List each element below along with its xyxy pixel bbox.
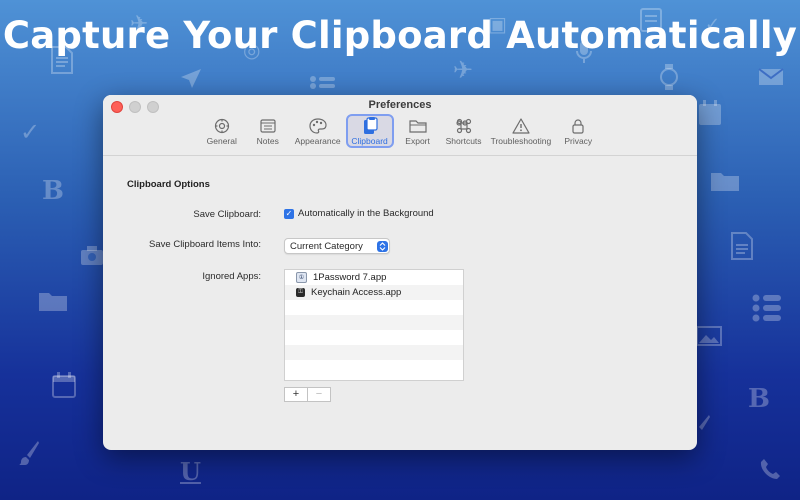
bold-b-icon: B (748, 384, 770, 414)
tab-notes[interactable]: Notes (246, 114, 290, 148)
tab-label: Shortcuts (445, 136, 482, 146)
note-icon (257, 117, 279, 135)
checkmark-icon: ✓ (20, 118, 41, 146)
list-item[interactable]: ① 1Password 7.app (285, 270, 463, 285)
save-clipboard-label: Save Clipboard: (193, 209, 261, 220)
tab-label: Clipboard (351, 136, 388, 146)
gear-icon (211, 117, 233, 135)
command-icon (453, 117, 475, 135)
phone-icon (760, 458, 780, 483)
preferences-toolbar: General Notes Appearance Clipboard Expor… (103, 114, 697, 148)
folder-icon (407, 117, 429, 135)
checkmark-icon: ✓ (284, 208, 294, 219)
tab-clipboard[interactable]: Clipboard (345, 114, 394, 148)
tab-label: General (206, 136, 237, 146)
airplane-icon: ✈ (453, 56, 474, 84)
select-value: Current Category (290, 240, 363, 252)
folder-icon (710, 170, 740, 195)
tab-label: Export (405, 136, 430, 146)
titlebar: Preferences General Notes Appearance Cli… (103, 95, 697, 156)
warning-icon (510, 117, 532, 135)
headline: Capture Your Clipboard Automatically (2, 14, 798, 57)
tab-label: Troubleshooting (490, 136, 552, 146)
app-name: Keychain Access.app (311, 287, 402, 298)
tab-label: Notes (256, 136, 279, 146)
location-arrow-icon (180, 68, 202, 93)
empty-row (285, 330, 463, 345)
document-icon (730, 232, 754, 263)
lock-icon (567, 117, 589, 135)
keychain-icon: ⚿ (296, 288, 305, 297)
empty-row (285, 300, 463, 315)
bold-b-icon: B (42, 176, 64, 206)
tab-appearance[interactable]: Appearance (292, 114, 344, 148)
empty-row (285, 315, 463, 330)
tab-general[interactable]: General (200, 114, 244, 148)
tab-privacy[interactable]: Privacy (556, 114, 600, 148)
remove-app-button[interactable]: − (308, 387, 331, 402)
clipboard-icon (359, 117, 381, 135)
tab-shortcuts[interactable]: Shortcuts (442, 114, 486, 148)
tab-label: Appearance (294, 136, 341, 146)
list-icon (752, 294, 782, 325)
add-app-button[interactable]: + (284, 387, 308, 402)
window-title: Preferences (368, 99, 432, 111)
calendar-icon (698, 100, 722, 129)
preferences-window: Preferences General Notes Appearance Cli… (103, 95, 697, 450)
underline-u-icon: U (180, 457, 201, 486)
palette-icon (307, 117, 329, 135)
tab-label: Privacy (564, 136, 593, 146)
empty-row (285, 360, 463, 375)
tab-troubleshooting[interactable]: Troubleshooting (488, 114, 555, 148)
checkbox-label: Automatically in the Background (298, 208, 434, 219)
image-icon (696, 326, 722, 349)
empty-row (285, 345, 463, 360)
brush-icon (18, 440, 40, 469)
chevron-updown-icon (377, 240, 388, 252)
watch-icon (660, 64, 678, 93)
save-clipboard-checkbox[interactable]: ✓ Automatically in the Background (284, 208, 434, 219)
save-into-select[interactable]: Current Category (284, 238, 390, 254)
envelope-icon (758, 68, 784, 89)
list-item[interactable]: ⚿ Keychain Access.app (285, 285, 463, 300)
save-into-label: Save Clipboard Items Into: (149, 239, 261, 250)
ignored-apps-list: ① 1Password 7.app ⚿ Keychain Access.app (284, 269, 464, 381)
camera-icon (80, 246, 104, 269)
app-name: 1Password 7.app (313, 272, 387, 283)
1password-icon: ① (296, 272, 307, 283)
list-edit-buttons: + − (284, 387, 331, 402)
section-title: Clipboard Options (127, 179, 210, 190)
calendar-icon (52, 372, 76, 401)
tab-export[interactable]: Export (396, 114, 440, 148)
ignored-apps-label: Ignored Apps: (202, 271, 261, 282)
folder-icon (38, 290, 68, 315)
